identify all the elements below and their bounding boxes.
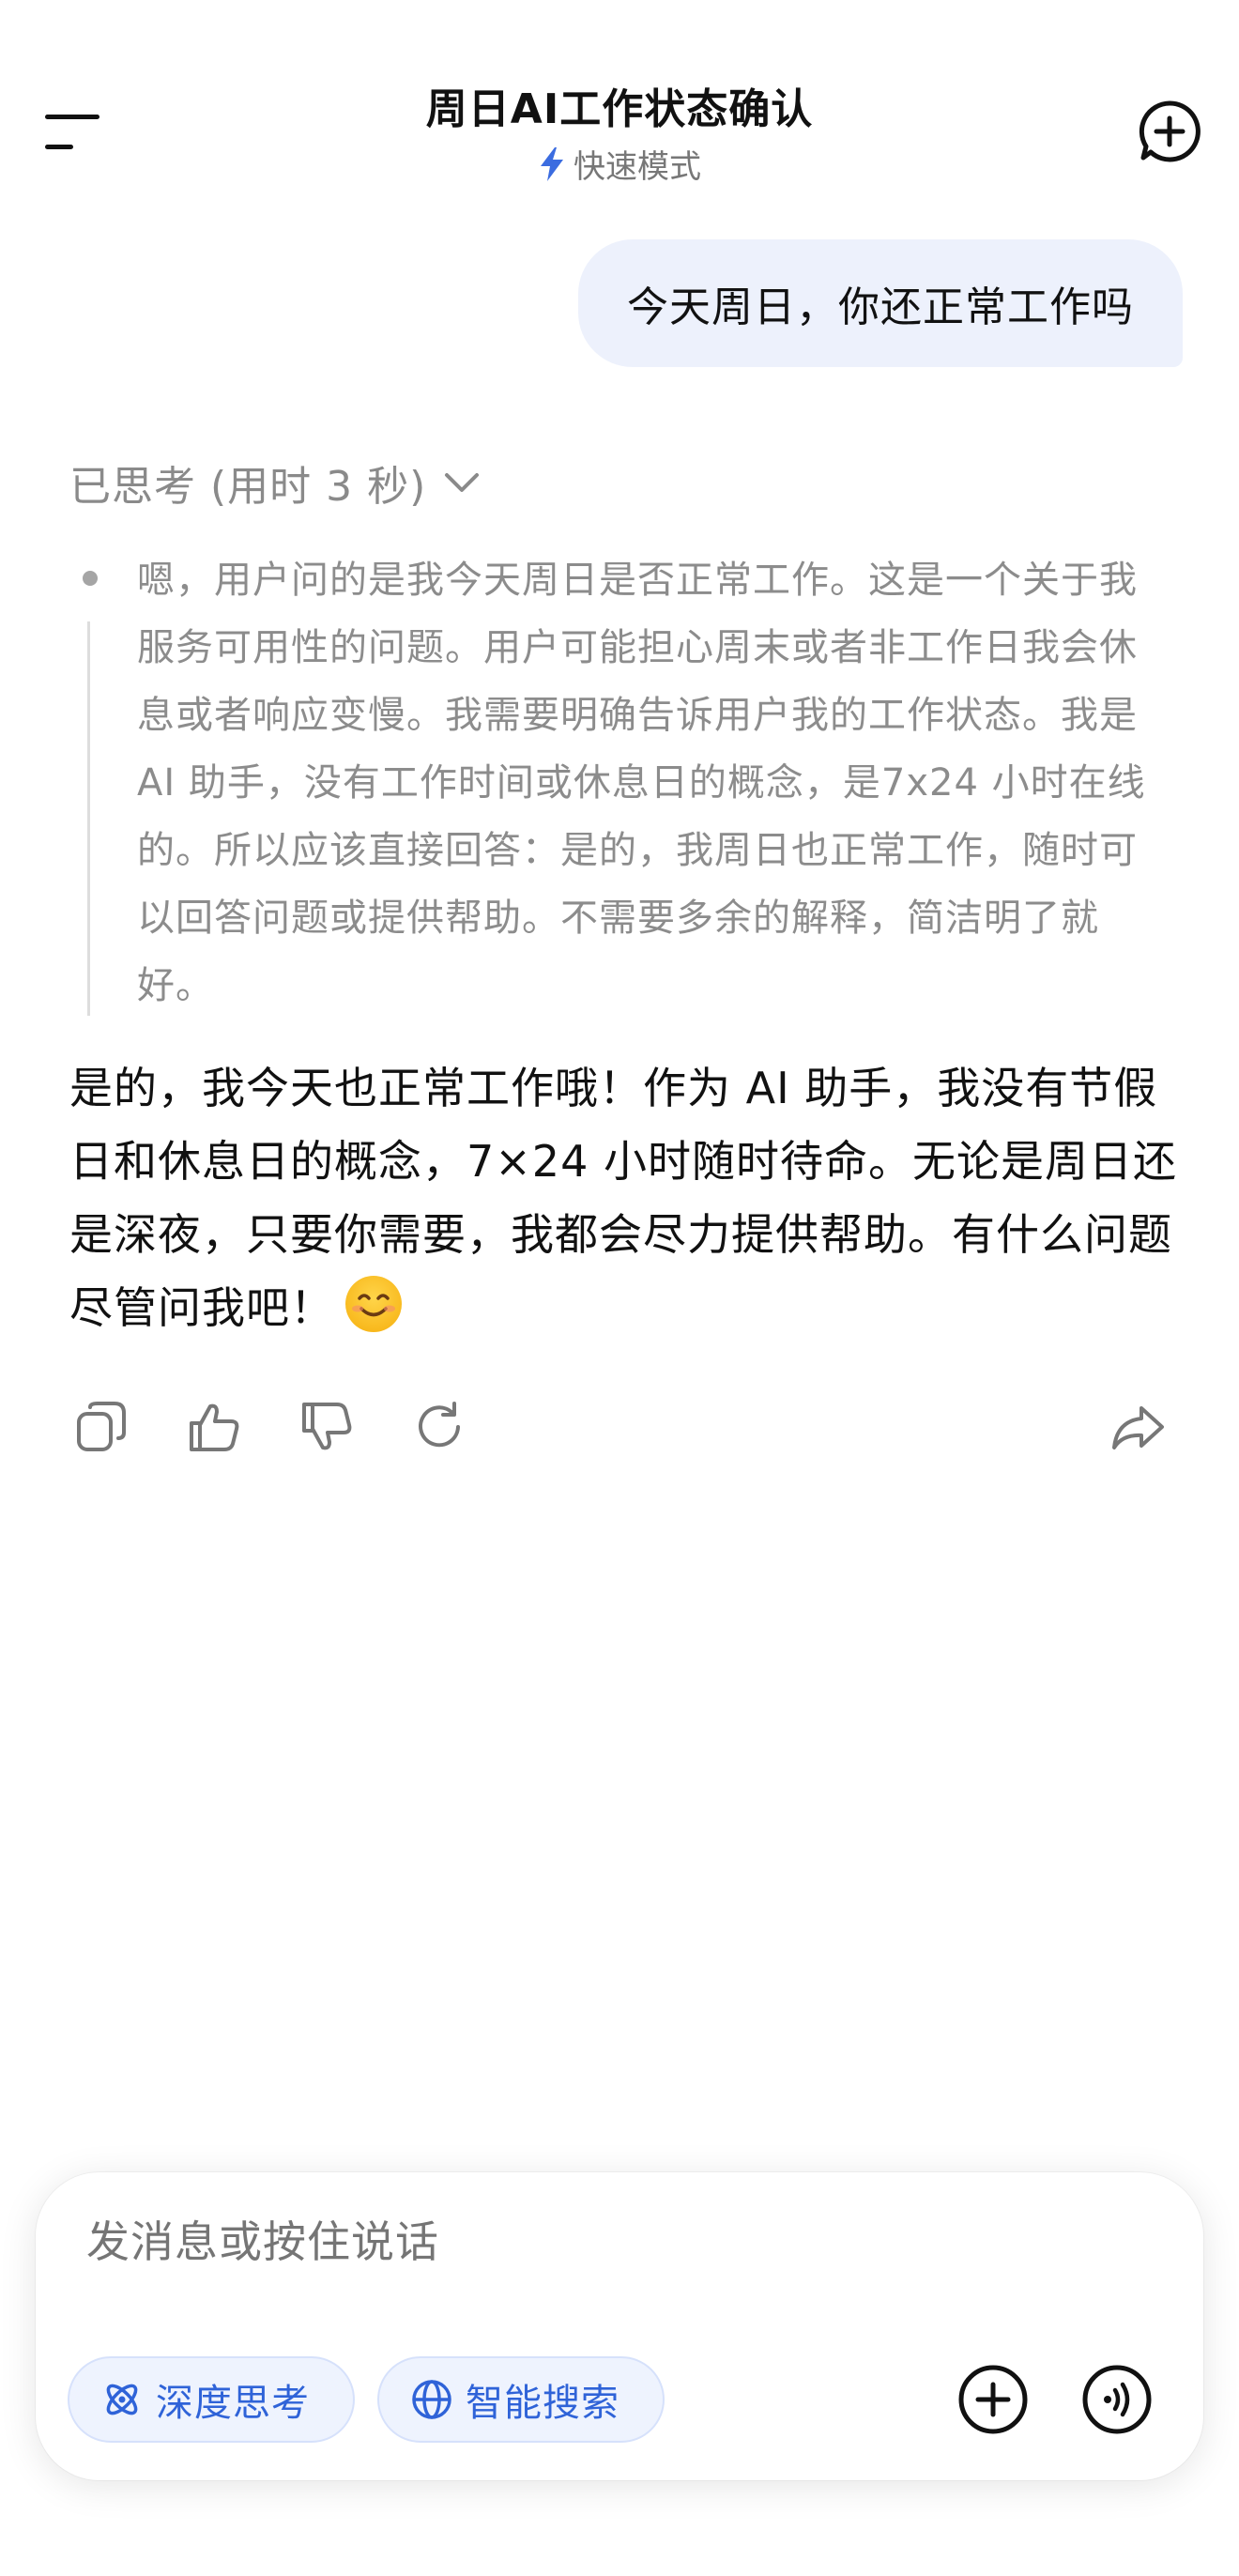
share-icon[interactable]: [1109, 1399, 1166, 1455]
thinking-text: 嗯，用户问的是我今天周日是否正常工作。这是一个关于我服务可用性的问题。用户可能担…: [137, 559, 1146, 1007]
assistant-answer-text: 是的，我今天也正常工作哦！作为 AI 助手，我没有节假日和休息日的概念，7×24…: [69, 1063, 1177, 1333]
thumbs-down-icon[interactable]: [298, 1399, 355, 1455]
globe-icon: [412, 2380, 451, 2419]
message-input[interactable]: [84, 2216, 1027, 2268]
smart-search-label: 智能搜索: [466, 2382, 620, 2425]
chevron-down-icon: [445, 473, 480, 492]
page-title: 周日AI工作状态确认: [425, 85, 814, 133]
regenerate-icon[interactable]: [411, 1399, 467, 1455]
user-message-bubble: 今天周日，你还正常工作吗: [578, 239, 1183, 367]
user-message-text: 今天周日，你还正常工作吗: [627, 284, 1134, 331]
voice-call-icon[interactable]: [1081, 2364, 1153, 2435]
assistant-answer: 是的，我今天也正常工作哦！作为 AI 助手，我没有节假日和休息日的概念，7×24…: [69, 1051, 1177, 1344]
thinking-bullet: [83, 571, 98, 586]
atom-icon: [106, 2384, 138, 2415]
thinking-label: 已思考 (用时 3 秒): [69, 463, 427, 511]
mode-label: 快速模式: [574, 148, 701, 186]
mode-indicator[interactable]: 快速模式: [0, 141, 1239, 187]
message-composer: 深度思考 智能搜索: [36, 2172, 1203, 2480]
deep-think-label: 深度思考: [156, 2382, 310, 2425]
thumbs-up-icon[interactable]: [186, 1399, 242, 1455]
smiling-face-emoji: [345, 1276, 402, 1332]
new-chat-icon[interactable]: [1138, 100, 1201, 163]
copy-icon[interactable]: [73, 1399, 130, 1455]
message-actions: [0, 1399, 1239, 1459]
smart-search-button[interactable]: 智能搜索: [377, 2356, 665, 2443]
thinking-toggle[interactable]: 已思考 (用时 3 秒): [69, 452, 481, 513]
lightning-icon: [541, 146, 563, 181]
deep-think-button[interactable]: 深度思考: [68, 2356, 355, 2443]
thinking-divider: [87, 621, 90, 1016]
add-attachment-icon[interactable]: [957, 2364, 1029, 2435]
